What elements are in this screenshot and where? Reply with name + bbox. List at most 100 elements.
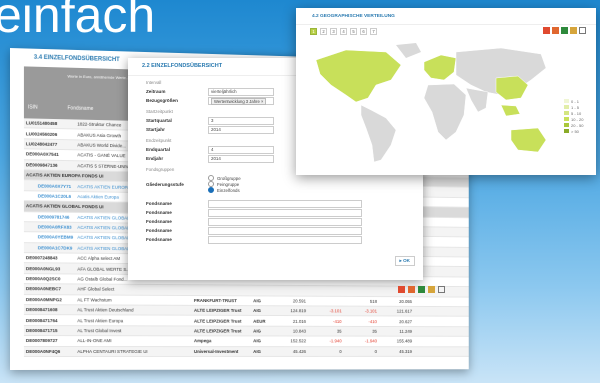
radio-einzelfonds[interactable]: Einzelfonds <box>208 187 241 193</box>
cell-isin: DE000A1C20L6 <box>37 193 72 199</box>
bezugsgroessen-select[interactable]: Wertentwicklung 3 Jahre × <box>208 96 274 105</box>
powerpoint-icon[interactable] <box>408 286 415 293</box>
cell-value-end: 20.055 <box>399 298 413 304</box>
label-fondsname: Fondsname <box>146 237 172 242</box>
cell-isin: LU0151480458 <box>25 120 58 127</box>
cell-currency: AIG <box>253 328 261 334</box>
legend-swatch <box>564 129 569 133</box>
legend-swatch <box>564 105 569 109</box>
legend-label: 20 - 50 <box>571 122 584 128</box>
excel-icon[interactable] <box>561 27 568 34</box>
fondsname-input[interactable] <box>208 199 362 208</box>
radio-grossgruppe[interactable]: Großgruppe <box>208 175 241 181</box>
cell-value-start: 45.426 <box>292 348 307 354</box>
cell-value-end: 155.489 <box>396 338 413 344</box>
cell-value-start: 10.843 <box>292 328 307 334</box>
cell-isin: DE000A0X7Y71 <box>37 182 72 189</box>
endjahr-select[interactable]: 2014 <box>208 154 274 163</box>
map-tab[interactable]: 7 <box>370 28 377 35</box>
cell-fondsname: AHF Global Select <box>77 286 115 293</box>
map-tab[interactable]: 3 <box>330 28 337 35</box>
table-row: DE0008471715 AL Trust Global Invest ALTE L… <box>23 325 469 337</box>
cell-isin: DE0008471715 <box>25 328 58 334</box>
cell-kag: Universal-Investment <box>193 348 239 354</box>
cell-value-end: 45.319 <box>399 348 413 354</box>
fondsname-input[interactable] <box>208 217 362 226</box>
label-fondsname: Fondsname <box>146 219 172 224</box>
cell-value-end: 20.627 <box>399 318 413 324</box>
legend-swatch <box>564 123 569 127</box>
cell-kag: FRANKFURT-TRUST <box>193 297 237 303</box>
label-endjahr: Endjahr <box>146 156 164 161</box>
cell-change-total: -3.101 <box>364 308 377 314</box>
cell-currency: AIG <box>253 298 261 304</box>
cell-isin: DE000A0YEBM9 <box>37 234 74 241</box>
powerpoint-icon[interactable] <box>552 27 559 34</box>
map-tab[interactable]: 6 <box>360 28 367 35</box>
map-south-america <box>360 104 397 163</box>
ok-button[interactable]: ▸ OK <box>394 256 415 266</box>
pdf-icon[interactable] <box>543 27 550 34</box>
legend-swatch <box>564 111 569 115</box>
pdf-icon[interactable] <box>398 286 405 293</box>
legend-swatch <box>564 99 569 103</box>
fondsname-input[interactable] <box>208 226 362 235</box>
map-export-toolbar <box>543 27 586 34</box>
endquartal-select[interactable]: 4 <box>208 145 274 154</box>
cell-isin: DE000A0NGL93 <box>25 265 61 272</box>
cell-change-total: 0 <box>374 348 377 354</box>
cell-isin: DE000A1C7DK9 <box>37 245 73 251</box>
map-tab[interactable]: 2 <box>320 28 327 35</box>
cell-kag: ALTE LEIPZIGER Trust <box>193 308 242 314</box>
cell-currency: AIG <box>253 348 261 354</box>
fondsname-input[interactable] <box>208 235 362 244</box>
chart-icon[interactable] <box>570 27 577 34</box>
cell-isin: DE0007248843 <box>25 255 58 261</box>
zeitraum-select[interactable]: vierteljährlich <box>208 87 274 96</box>
cell-change-total: 35 <box>372 328 377 334</box>
map-india <box>465 87 489 113</box>
table-row: DE000A0NF4Q6 ALPHA CENTAURI STRATEGIE UI U… <box>23 346 469 357</box>
cell-isin: DE000A0X7541 <box>25 151 59 158</box>
map-title: 4.2 GEOGRAPHISCHE VERTEILUNG <box>296 8 596 25</box>
cell-fondsname: AL Trust Aktien Deutschland <box>77 307 134 313</box>
header-note: Werte in Euro, annähernde Werte... <box>67 73 130 81</box>
cell-isin: DE0009781746 <box>37 214 70 220</box>
bezug-chip-label: Wertentwicklung 3 Jahre <box>214 98 260 104</box>
map-tab[interactable]: 5 <box>350 28 357 35</box>
radio-label: Einzelfonds <box>217 187 240 193</box>
fondsname-input[interactable] <box>208 208 362 217</box>
bezug-chip[interactable]: Wertentwicklung 3 Jahre × <box>211 97 267 105</box>
radio-label: Großgruppe <box>217 175 241 181</box>
cell-isin: LU0248042477 <box>25 141 58 147</box>
cell-value-start: 152.522 <box>290 338 307 344</box>
cell-isin: LU0024560206 <box>25 130 58 137</box>
print-icon[interactable] <box>438 286 445 293</box>
radio-feingruppe[interactable]: Feingruppe <box>208 181 241 187</box>
map-australia <box>510 127 547 153</box>
cell-isin: DE000A0NEBC7 <box>25 286 62 292</box>
cell-isin: DE0009847136 <box>25 162 58 168</box>
map-southeast-asia <box>500 104 521 117</box>
startquartal-select[interactable]: 3 <box>208 116 274 125</box>
ok-label: OK <box>403 258 410 263</box>
chart-icon[interactable] <box>428 286 435 293</box>
cell-fondsname: ALPHA CENTAURI STRATEGIE UI <box>77 348 148 354</box>
legend-label: > 50 <box>571 128 579 134</box>
map-europe <box>423 54 457 81</box>
label-startjahr: Startjahr <box>146 127 165 132</box>
export-toolbar <box>398 286 445 293</box>
print-icon[interactable] <box>579 27 586 34</box>
map-tabs: 1 2 3 4 5 6 7 <box>310 28 377 35</box>
map-greenland <box>396 43 421 58</box>
cell-fondsname: AL FT Wachstum <box>77 297 112 303</box>
legend-item: > 50 <box>564 128 583 134</box>
map-tab[interactable]: 1 <box>310 28 317 35</box>
cell-change: -3.101 <box>329 308 342 314</box>
cell-fondsname: ALL-IN-ONE AMI <box>77 338 112 344</box>
excel-icon[interactable] <box>418 286 425 293</box>
map-africa <box>423 83 467 141</box>
startjahr-select[interactable]: 2014 <box>208 125 274 134</box>
map-tab[interactable]: 4 <box>340 28 347 35</box>
cell-isin: DE000A0NF4Q6 <box>25 348 61 354</box>
